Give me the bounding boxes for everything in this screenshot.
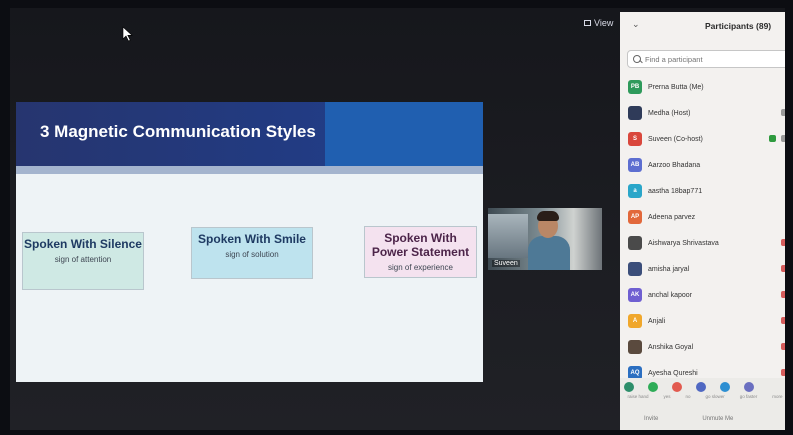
avatar: A xyxy=(628,314,642,328)
search-icon xyxy=(633,55,641,63)
participant-row[interactable]: a aastha 18bap771 xyxy=(624,178,785,204)
participant-row[interactable]: A Anjali xyxy=(624,308,785,334)
avatar: AP xyxy=(628,210,642,224)
mic-muted-icon xyxy=(781,291,785,298)
avatar: S xyxy=(628,132,642,146)
mic-muted-icon xyxy=(781,317,785,324)
participant-row[interactable]: PB Prerna Butta (Me) xyxy=(624,74,785,100)
go-slower-icon[interactable] xyxy=(696,382,706,392)
video-participant-name: Suveen xyxy=(492,260,520,267)
unmute-me-button[interactable]: Unmute Me xyxy=(702,416,733,422)
avatar xyxy=(628,262,642,276)
participant-name: Aarzoo Bhadana xyxy=(648,161,701,169)
avatar: AK xyxy=(628,288,642,302)
participant-search-input[interactable] xyxy=(645,54,775,64)
participant-name: aastha 18bap771 xyxy=(648,187,703,195)
avatar xyxy=(628,106,642,120)
mic-muted-icon xyxy=(781,239,785,246)
participant-name: Suveen (Co-host) xyxy=(648,135,703,143)
mic-muted-icon xyxy=(781,265,785,272)
mic-muted-icon xyxy=(781,369,785,376)
participant-name: Adeena parvez xyxy=(648,213,696,221)
style-card-silence: Spoken With Silence sign of attention xyxy=(22,232,144,290)
video-on-icon xyxy=(769,135,776,142)
panel-title: Participants (89) xyxy=(705,21,772,31)
card-heading: Spoken With Silence xyxy=(24,237,142,251)
participant-row[interactable]: Aishwarya Shrivastava xyxy=(624,230,785,256)
avatar: a xyxy=(628,184,642,198)
card-subtitle: sign of attention xyxy=(54,255,112,264)
participant-name: amisha jaryal xyxy=(648,265,690,273)
invite-button[interactable]: Invite xyxy=(644,416,658,422)
participant-name: Anshika Goyal xyxy=(648,343,694,351)
avatar xyxy=(628,236,642,250)
card-subtitle: sign of solution xyxy=(225,250,279,259)
raise-hand-icon[interactable] xyxy=(624,382,634,392)
participant-list: PB Prerna Butta (Me) Medha (Host) S Suve… xyxy=(624,74,785,386)
participant-row[interactable]: S Suveen (Co-host) xyxy=(624,126,785,152)
participant-row[interactable]: amisha jaryal xyxy=(624,256,785,282)
view-label: View xyxy=(594,18,614,28)
style-card-power-statement: Spoken With Power Statement sign of expe… xyxy=(364,226,477,278)
reaction-label: yes xyxy=(663,394,671,399)
avatar: PB xyxy=(628,80,642,94)
participant-name: Medha (Host) xyxy=(648,109,691,117)
participant-name: Aishwarya Shrivastava xyxy=(648,239,719,247)
video-tile[interactable]: Suveen xyxy=(488,208,602,270)
no-x-icon[interactable] xyxy=(672,382,682,392)
avatar xyxy=(628,340,642,354)
mic-icon xyxy=(781,109,785,116)
reaction-label: go faster xyxy=(739,394,758,399)
participant-row[interactable]: Medha (Host) xyxy=(624,100,785,126)
reaction-label: go slower xyxy=(705,394,725,399)
participant-search[interactable] xyxy=(627,50,785,68)
participant-name: Ayesha Qureshi xyxy=(648,369,698,377)
view-button[interactable]: View xyxy=(584,18,613,28)
card-heading: Spoken With Smile xyxy=(198,232,306,246)
participant-row[interactable]: AB Aarzoo Bhadana xyxy=(624,152,785,178)
style-card-smile: Spoken With Smile sign of solution xyxy=(191,227,313,279)
yes-check-icon[interactable] xyxy=(648,382,658,392)
card-subtitle: sign of experience xyxy=(388,263,453,272)
slide-title: 3 Magnetic Communication Styles xyxy=(40,122,316,141)
avatar: AB xyxy=(628,158,642,172)
more-icon[interactable] xyxy=(744,382,754,392)
reaction-label: raise hand xyxy=(627,394,649,399)
panel-header: ⌄ Participants (89) xyxy=(620,12,785,36)
mouse-cursor-icon xyxy=(122,26,133,42)
participant-row[interactable]: Anshika Goyal xyxy=(624,334,785,360)
participants-panel: ⌄ Participants (89) PB Prerna Butta (Me)… xyxy=(620,12,785,430)
participant-row[interactable]: AP Adeena parvez xyxy=(624,204,785,230)
nonverbal-feedback-bar: raise hand yes no go slower go faster mo… xyxy=(620,378,785,430)
mic-muted-icon xyxy=(781,343,785,350)
chevron-down-icon[interactable]: ⌄ xyxy=(632,19,640,30)
participant-name: Anjali xyxy=(648,317,666,325)
reaction-label: no xyxy=(685,394,691,399)
mic-icon xyxy=(781,135,785,142)
go-faster-icon[interactable] xyxy=(720,382,730,392)
reaction-label: more xyxy=(772,394,783,399)
participant-row[interactable]: AK anchal kapoor xyxy=(624,282,785,308)
shared-slide: 3 Magnetic Communication Styles Spoken W… xyxy=(16,102,483,382)
card-heading: Spoken With Power Statement xyxy=(371,231,470,259)
view-grid-icon xyxy=(584,20,591,26)
participant-name: Prerna Butta (Me) xyxy=(648,83,704,91)
meeting-screen: View 3 Magnetic Communication Styles Spo… xyxy=(10,8,785,430)
participant-name: anchal kapoor xyxy=(648,291,692,299)
